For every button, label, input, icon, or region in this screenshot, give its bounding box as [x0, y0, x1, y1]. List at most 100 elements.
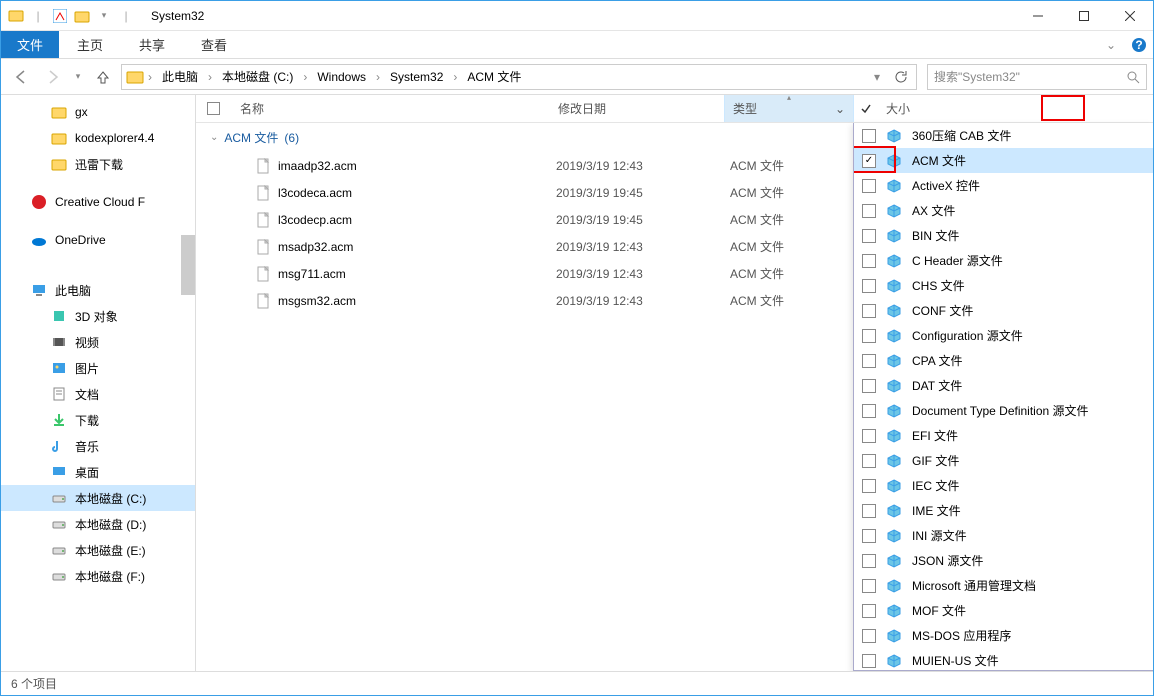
sidebar-item[interactable]: gx [1, 99, 195, 125]
sidebar-item[interactable]: 本地磁盘 (D:) [1, 511, 195, 537]
filter-checkbox[interactable] [862, 379, 876, 393]
sidebar-item[interactable]: 音乐 [1, 433, 195, 459]
filter-item[interactable]: JSON 源文件 [854, 548, 1153, 573]
filter-checkbox[interactable] [862, 279, 876, 293]
qat-dropdown-icon[interactable]: ▾ [93, 5, 115, 27]
address-dropdown-icon[interactable]: ▾ [866, 70, 888, 84]
recent-dropdown-icon[interactable]: ▾ [71, 63, 85, 91]
status-text: 6 个项目 [11, 675, 57, 692]
filter-checkbox[interactable] [862, 129, 876, 143]
chevron-right-icon[interactable]: › [301, 70, 309, 84]
filter-checkbox[interactable] [862, 504, 876, 518]
filter-item[interactable]: GIF 文件 [854, 448, 1153, 473]
type-filter-dropdown-icon[interactable]: ⌄ [835, 102, 845, 116]
sidebar-item[interactable]: 桌面 [1, 459, 195, 485]
up-button[interactable] [89, 63, 117, 91]
chevron-right-icon[interactable]: › [206, 70, 214, 84]
sidebar-item[interactable]: Creative Cloud F [1, 189, 195, 215]
sidebar-item[interactable]: 图片 [1, 355, 195, 381]
filter-item[interactable]: MOF 文件 [854, 598, 1153, 623]
filter-checkbox[interactable] [862, 404, 876, 418]
search-input[interactable]: 搜索"System32" [927, 64, 1147, 90]
sidebar-item-thispc[interactable]: 此电脑 [1, 277, 195, 303]
ribbon-file-tab[interactable]: 文件 [1, 31, 59, 58]
qat-properties-icon[interactable] [49, 5, 71, 27]
close-button[interactable] [1107, 1, 1153, 31]
sidebar-item[interactable]: 本地磁盘 (C:) [1, 485, 195, 511]
column-size[interactable]: 大小 [878, 95, 938, 122]
crumb-windows[interactable]: Windows [311, 65, 372, 89]
crumb-c[interactable]: 本地磁盘 (C:) [216, 65, 299, 89]
filter-checkbox[interactable] [862, 529, 876, 543]
crumb-acm[interactable]: ACM 文件 [461, 65, 527, 89]
filter-item[interactable]: CPA 文件 [854, 348, 1153, 373]
filter-item[interactable]: Configuration 源文件 [854, 323, 1153, 348]
filter-checkbox[interactable] [862, 354, 876, 368]
filter-checkbox[interactable] [862, 654, 876, 668]
chevron-right-icon[interactable]: › [451, 70, 459, 84]
filter-item[interactable]: 360压缩 CAB 文件 [854, 123, 1153, 148]
filter-item[interactable]: MUIEN-US 文件 [854, 648, 1153, 671]
filter-checkbox[interactable] [862, 454, 876, 468]
sidebar-item[interactable]: OneDrive [1, 227, 195, 253]
sidebar-item[interactable]: 本地磁盘 (E:) [1, 537, 195, 563]
filter-item[interactable]: C Header 源文件 [854, 248, 1153, 273]
filter-checkbox[interactable] [862, 329, 876, 343]
back-button[interactable] [7, 63, 35, 91]
filter-item[interactable]: BIN 文件 [854, 223, 1153, 248]
filter-checkbox[interactable] [862, 229, 876, 243]
filter-item[interactable]: IME 文件 [854, 498, 1153, 523]
qat-folder-icon[interactable] [71, 5, 93, 27]
column-filter-check[interactable] [854, 95, 878, 122]
sidebar-item[interactable]: 文档 [1, 381, 195, 407]
filter-checkbox[interactable] [862, 429, 876, 443]
filter-item[interactable]: DAT 文件 [854, 373, 1153, 398]
filter-item[interactable]: MS-DOS 应用程序 [854, 623, 1153, 648]
chevron-right-icon[interactable]: › [374, 70, 382, 84]
ribbon-tab-home[interactable]: 主页 [59, 31, 121, 58]
filter-item[interactable]: Microsoft 通用管理文档 [854, 573, 1153, 598]
ribbon-tab-share[interactable]: 共享 [121, 31, 183, 58]
filter-checkbox[interactable] [862, 204, 876, 218]
filter-checkbox[interactable] [862, 254, 876, 268]
sidebar-item[interactable]: 迅雷下载 [1, 151, 195, 177]
crumb-thispc[interactable]: 此电脑 [156, 65, 204, 89]
filter-checkbox[interactable] [862, 579, 876, 593]
filter-item[interactable]: AX 文件 [854, 198, 1153, 223]
filter-checkbox[interactable] [862, 304, 876, 318]
sidebar-item[interactable]: 视频 [1, 329, 195, 355]
help-icon[interactable]: ? [1125, 31, 1153, 58]
filter-checkbox[interactable] [862, 179, 876, 193]
column-date[interactable]: 修改日期 [550, 95, 724, 122]
ribbon-expand-icon[interactable]: ⌄ [1097, 31, 1125, 58]
column-name[interactable]: 名称 [232, 95, 550, 122]
filter-item[interactable]: INI 源文件 [854, 523, 1153, 548]
filter-item[interactable]: EFI 文件 [854, 423, 1153, 448]
maximize-button[interactable] [1061, 1, 1107, 31]
filter-checkbox[interactable] [862, 554, 876, 568]
filter-item[interactable]: Document Type Definition 源文件 [854, 398, 1153, 423]
minimize-button[interactable] [1015, 1, 1061, 31]
crumb-system32[interactable]: System32 [384, 65, 449, 89]
refresh-icon[interactable] [890, 70, 912, 84]
sidebar-item[interactable]: 下载 [1, 407, 195, 433]
filter-item[interactable]: ActiveX 控件 [854, 173, 1153, 198]
filter-checkbox[interactable] [862, 479, 876, 493]
filter-checkbox[interactable] [862, 604, 876, 618]
filter-item[interactable]: CHS 文件 [854, 273, 1153, 298]
chevron-right-icon[interactable]: › [146, 70, 154, 84]
filter-item[interactable]: ACM 文件 [854, 148, 1153, 173]
filter-item[interactable]: CONF 文件 [854, 298, 1153, 323]
column-type[interactable]: ▴ 类型 ⌄ [724, 95, 854, 122]
filter-checkbox[interactable] [862, 629, 876, 643]
ribbon-tab-view[interactable]: 查看 [183, 31, 245, 58]
scrollbar-thumb[interactable] [181, 235, 195, 295]
filter-item[interactable]: IEC 文件 [854, 473, 1153, 498]
search-placeholder: 搜索"System32" [934, 68, 1126, 85]
address-bar[interactable]: › 此电脑 › 本地磁盘 (C:) › Windows › System32 ›… [121, 64, 917, 90]
sidebar-item[interactable]: kodexplorer4.4 [1, 125, 195, 151]
forward-button[interactable] [39, 63, 67, 91]
sidebar-item[interactable]: 3D 对象 [1, 303, 195, 329]
sidebar-item[interactable]: 本地磁盘 (F:) [1, 563, 195, 589]
column-checkbox[interactable] [196, 95, 232, 122]
